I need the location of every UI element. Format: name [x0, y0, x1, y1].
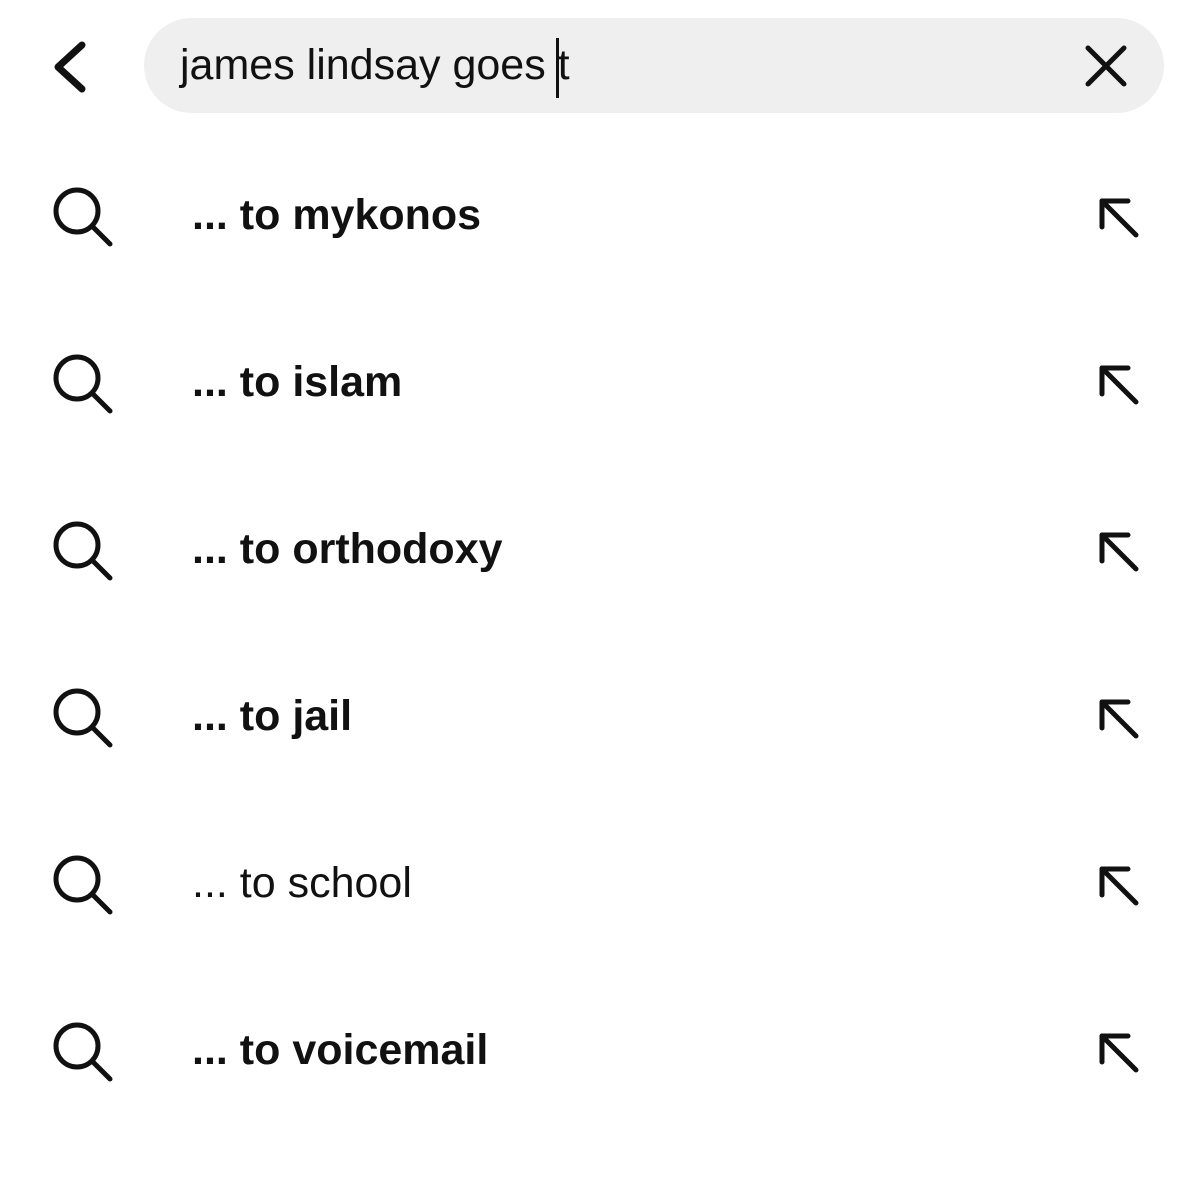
suggestion-label: ... to mykonos	[192, 191, 482, 239]
text-cursor	[555, 37, 559, 98]
arrow-up-left-icon[interactable]	[1085, 1019, 1151, 1085]
search-icon	[50, 351, 116, 417]
arrow-up-left-icon[interactable]	[1085, 518, 1151, 584]
arrow-up-left-icon[interactable]	[1085, 351, 1151, 417]
arrow-up-left-icon[interactable]	[1085, 852, 1151, 918]
suggestion-label: ... to orthodoxy	[192, 525, 503, 573]
suggestion-list: ... to mykonos ... to islam ... to ortho…	[0, 132, 1200, 1134]
search-query-text[interactable]: james lindsay goes t	[180, 41, 570, 90]
search-icon	[50, 852, 116, 918]
search-input[interactable]: james lindsay goes t	[144, 18, 1164, 113]
suggestion-item[interactable]: ... to voicemail	[0, 967, 1200, 1134]
suggestion-label: ... to voicemail	[192, 1026, 489, 1074]
search-icon	[50, 184, 116, 250]
suggestion-item[interactable]: ... to islam	[0, 299, 1200, 466]
suggestion-item[interactable]: ... to orthodoxy	[0, 466, 1200, 633]
close-icon	[1084, 44, 1128, 88]
suggestion-item[interactable]: ... to jail	[0, 633, 1200, 800]
suggestion-label: ... to school	[192, 859, 412, 907]
back-button[interactable]	[30, 22, 110, 112]
suggestion-item[interactable]: ... to mykonos	[0, 132, 1200, 299]
arrow-up-left-icon[interactable]	[1085, 685, 1151, 751]
search-icon	[50, 518, 116, 584]
clear-search-button[interactable]	[1078, 38, 1134, 94]
chevron-left-icon	[48, 37, 92, 97]
suggestion-label: ... to jail	[192, 692, 353, 740]
search-header: james lindsay goes t	[0, 0, 1200, 135]
search-icon	[50, 1019, 116, 1085]
suggestion-item[interactable]: ... to school	[0, 800, 1200, 967]
arrow-up-left-icon[interactable]	[1085, 184, 1151, 250]
suggestion-label: ... to islam	[192, 358, 403, 406]
search-icon	[50, 685, 116, 751]
